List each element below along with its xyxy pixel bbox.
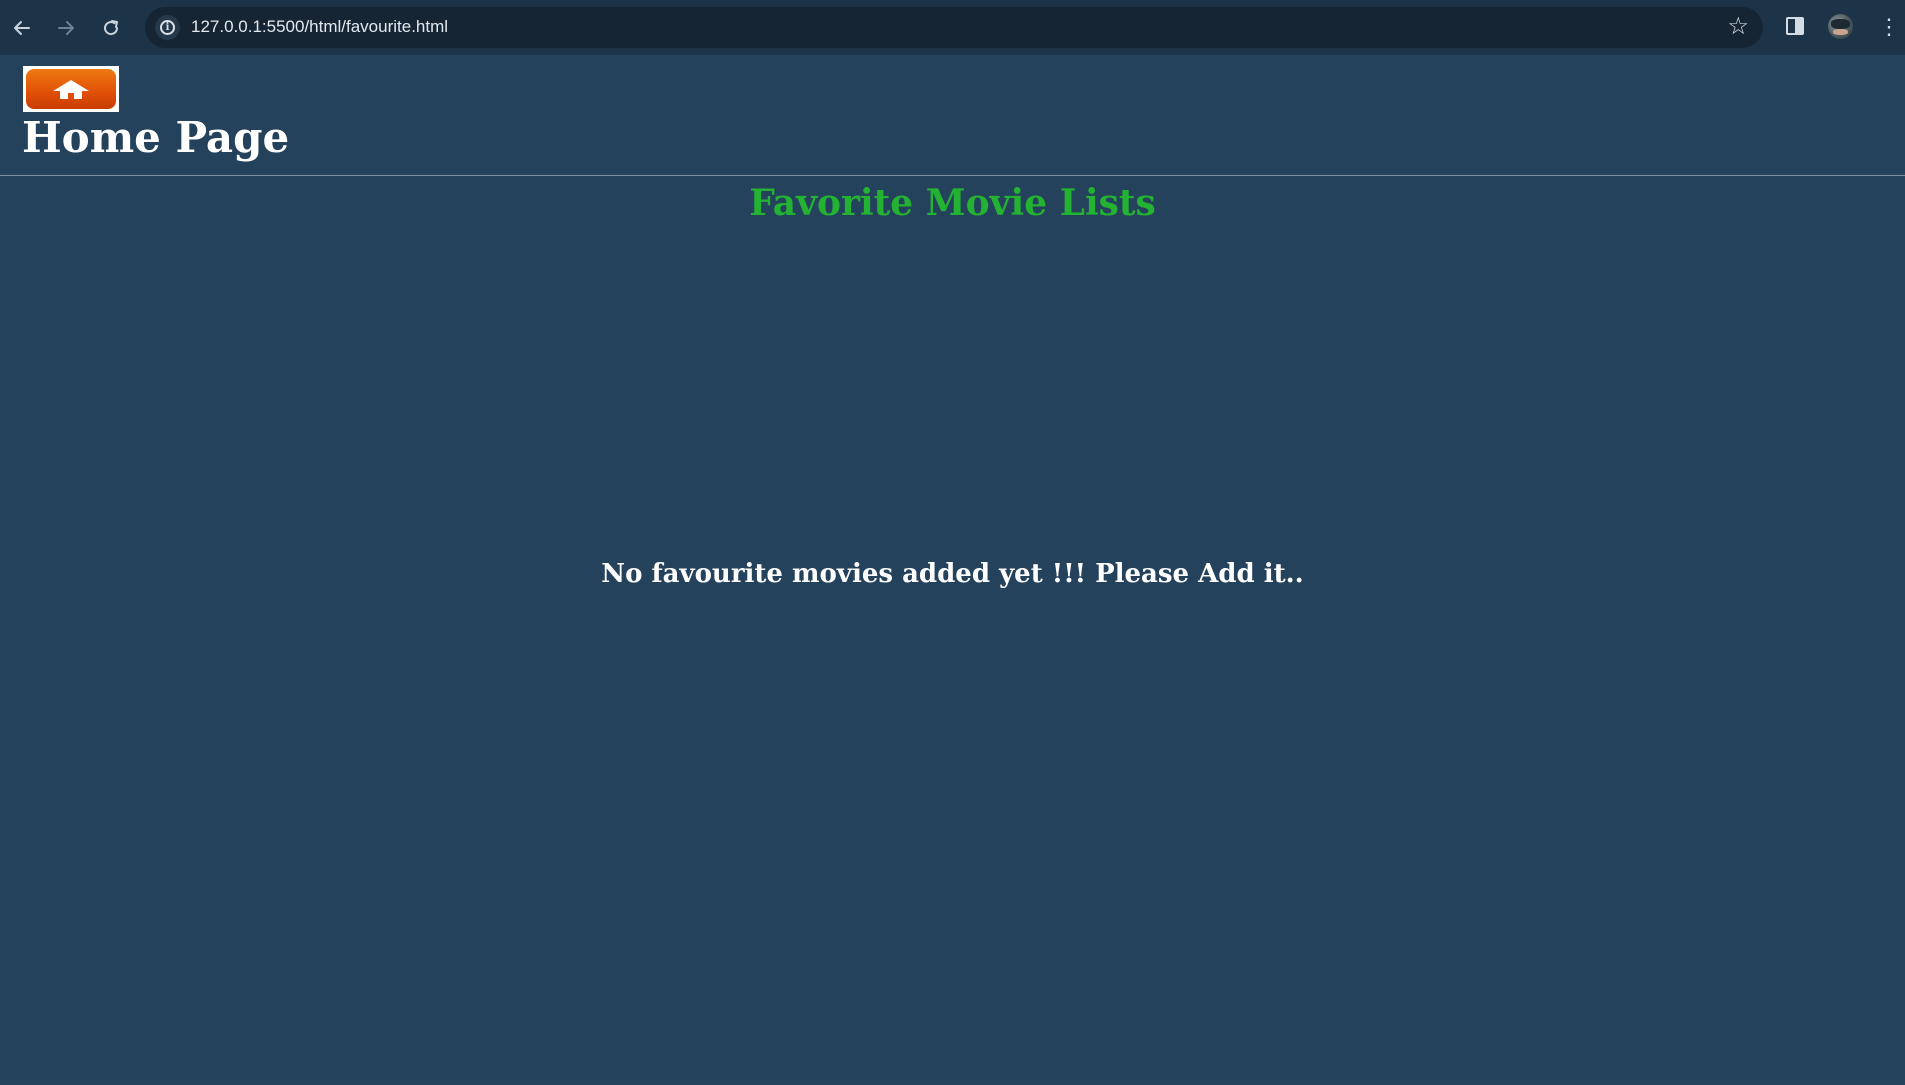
info-icon: i [160, 20, 175, 35]
empty-state-message: No favourite movies added yet !!! Please… [601, 559, 1304, 589]
side-panel-icon[interactable] [1786, 17, 1804, 35]
forward-button[interactable] [50, 12, 82, 44]
home-icon [53, 80, 89, 99]
page-title: Favorite Movie Lists [749, 182, 1156, 224]
page-header: Home Page [0, 55, 1905, 176]
reload-button[interactable] [95, 12, 127, 44]
browser-toolbar: i 127.0.0.1:5500/html/favourite.html ☆ ⋮ [0, 0, 1905, 55]
home-page-title[interactable]: Home Page [22, 117, 289, 159]
home-button[interactable] [23, 66, 119, 112]
reload-icon [104, 20, 119, 36]
avatar[interactable] [1828, 14, 1853, 39]
more-vertical-icon[interactable]: ⋮ [1878, 13, 1900, 41]
arrow-right-icon [58, 21, 74, 35]
url-text[interactable]: 127.0.0.1:5500/html/favourite.html [191, 17, 448, 37]
back-button[interactable] [6, 12, 38, 44]
address-bar[interactable]: i 127.0.0.1:5500/html/favourite.html ☆ [145, 7, 1763, 48]
star-icon[interactable]: ☆ [1727, 12, 1749, 41]
arrow-left-icon [14, 21, 30, 35]
site-info-button[interactable]: i [155, 15, 180, 40]
